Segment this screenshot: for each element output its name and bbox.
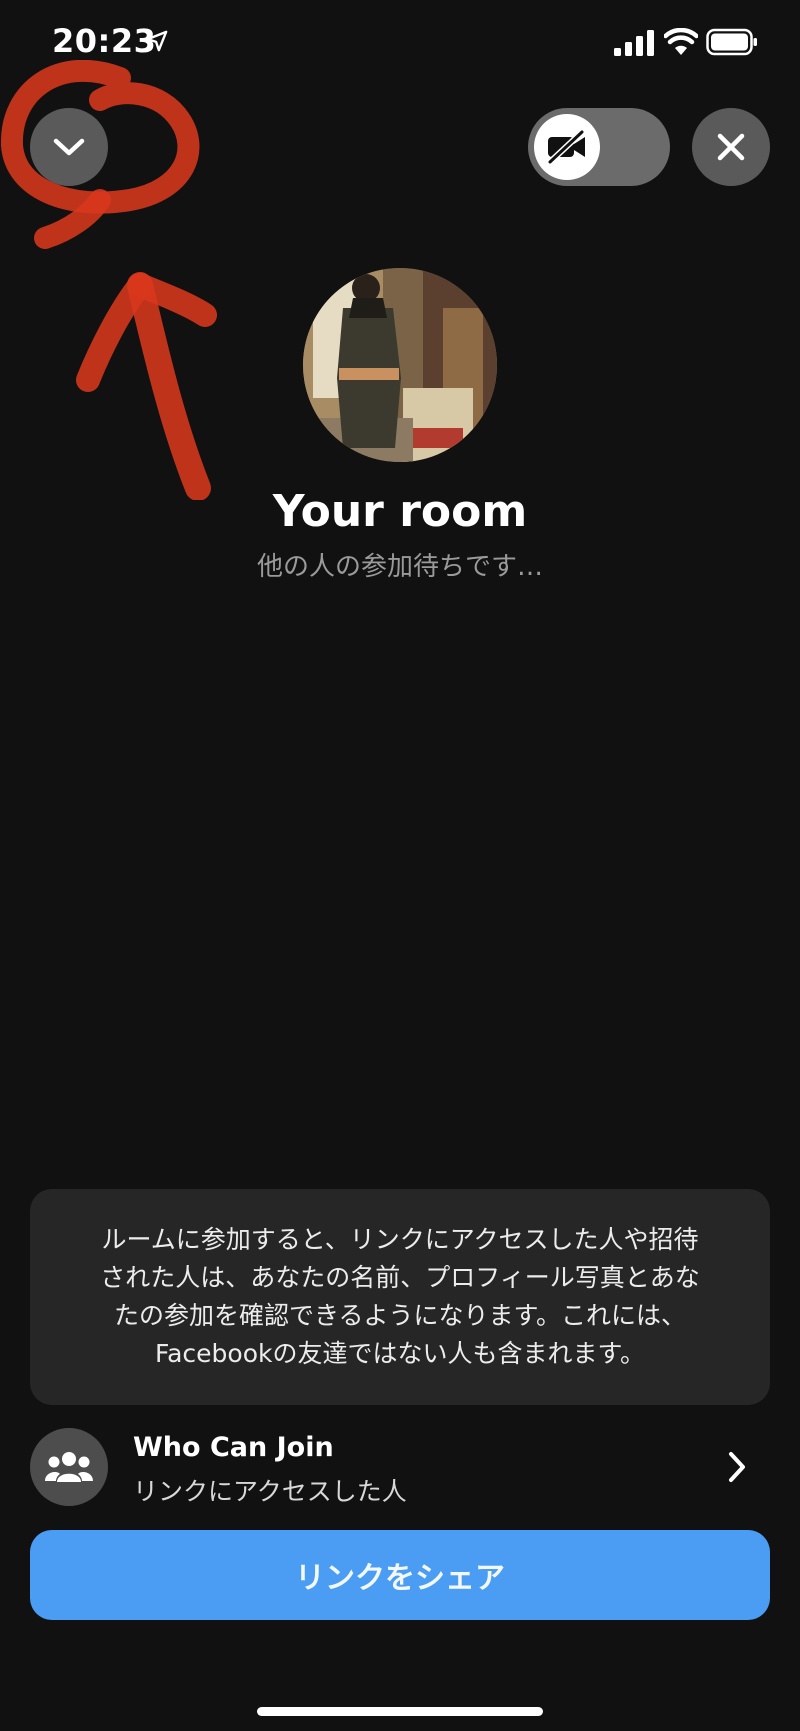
who-can-join-value: リンクにアクセスした人 [133,1477,407,1506]
privacy-notice-text: ルームに参加すると、リンクにアクセスした人や招待 された人は、あなたの名前、プロ… [100,1221,700,1373]
group-icon-wrap [30,1428,108,1506]
who-can-join-row[interactable]: Who Can Join リンクにアクセスした人 [30,1428,770,1508]
collapse-button[interactable] [30,108,108,186]
room-status: 他の人の参加待ちです… [256,552,543,582]
battery-icon [706,28,757,56]
messenger-room-screen: 20:23 Your room 他の人の参加待ちです… ルームに参加すると、リン… [0,0,800,1731]
notice-line: された人は、あなたの名前、プロフィール写真とあな [100,1263,700,1292]
notice-line: たの参加を確認できるようになります。これには、 [113,1301,686,1330]
group-icon [45,1452,93,1482]
status-time: 20:23 [52,22,157,60]
notice-line: ルームに参加すると、リンクにアクセスした人や招待 [101,1225,699,1254]
status-bar: 20:23 [0,0,800,90]
video-toggle[interactable] [528,108,670,186]
profile-photo [303,268,497,462]
chevron-down-icon [53,138,85,156]
red-circle-arrow-annotation [0,60,217,500]
who-can-join-title: Who Can Join [133,1432,334,1463]
close-icon [717,133,745,161]
chevron-right-icon [729,1452,745,1482]
room-title: Your room [272,486,528,537]
home-indicator[interactable] [257,1707,543,1716]
video-off-icon [547,130,585,164]
notice-line: Facebookの友達ではない人も含まれます。 [155,1339,645,1368]
privacy-notice: ルームに参加すると、リンクにアクセスした人や招待 された人は、あなたの名前、プロ… [30,1189,770,1405]
share-link-button[interactable]: リンクをシェア [30,1530,770,1620]
profile-avatar [303,268,497,462]
close-button[interactable] [692,108,770,186]
wifi-icon [664,28,698,55]
cellular-signal-icon [614,30,654,56]
video-toggle-knob [534,114,600,180]
location-arrow-icon [146,30,168,52]
